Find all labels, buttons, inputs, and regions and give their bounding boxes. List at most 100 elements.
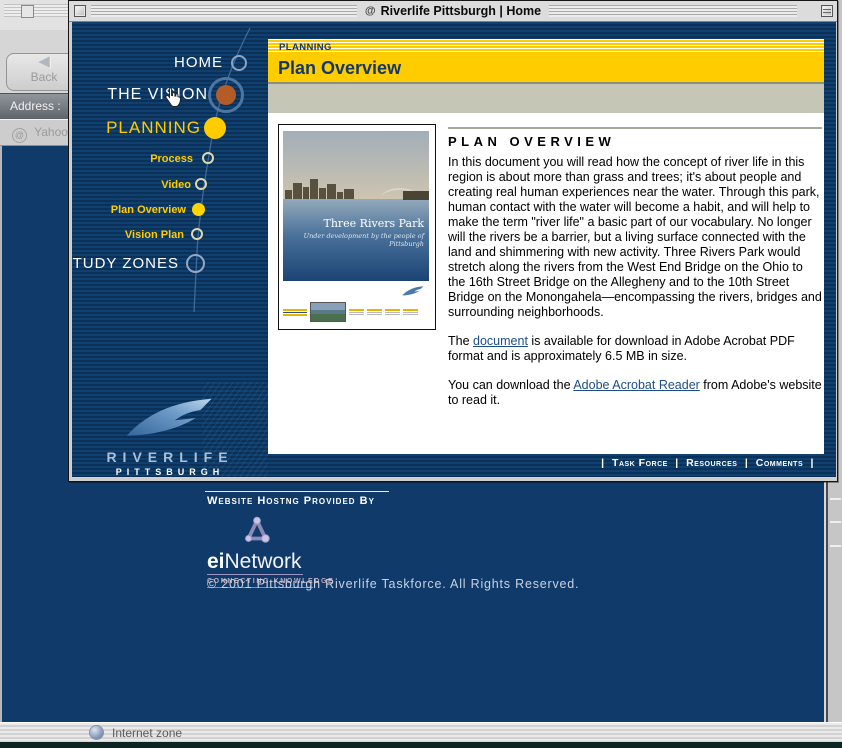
nav-item-plan-overview[interactable]: Plan Overview xyxy=(72,199,186,221)
nav-bullet-the-vision[interactable] xyxy=(216,85,236,105)
nav-bullet-study-zones[interactable] xyxy=(186,254,205,273)
article: PLAN OVERVIEW In this document you will … xyxy=(448,127,822,422)
cover-photo: Three Rivers Park Under development by t… xyxy=(283,131,429,281)
riverlife-window: @ Riverlife Pittsburgh | Home HOME THE V… xyxy=(68,0,838,482)
hosting-label: Website Hostng Provided By xyxy=(207,495,375,507)
collapse-line xyxy=(823,9,831,10)
favorite-site-icon: @ xyxy=(12,128,27,143)
article-paragraph-1: In this document you will read how the c… xyxy=(448,155,822,320)
timeline-block xyxy=(403,308,418,316)
nav-bullet-process[interactable] xyxy=(202,152,214,164)
comments-link[interactable]: Comments xyxy=(756,457,803,469)
cover-subtitle: Under development by the people of Pitts… xyxy=(283,232,424,248)
mouse-cursor-hand xyxy=(164,86,183,107)
status-text: Internet zone xyxy=(112,723,182,743)
cover-logo-strip xyxy=(283,281,431,301)
nav-label: Plan Overview xyxy=(111,199,186,221)
nav-bullet-plan-overview[interactable] xyxy=(192,203,205,216)
collapse-box[interactable] xyxy=(821,5,833,17)
cover-title: Three Rivers Park xyxy=(323,217,424,230)
section-banner: PLANNING Plan Overview xyxy=(268,39,824,84)
nav-item-vision-plan[interactable]: Vision Plan xyxy=(72,224,184,246)
internet-zone-globe-icon xyxy=(90,726,103,739)
footer-divider-line xyxy=(205,491,389,492)
separator: | xyxy=(675,457,678,469)
article-top-rule xyxy=(448,127,822,129)
nav-item-video[interactable]: Video xyxy=(72,174,191,196)
scrollbar-separator xyxy=(830,521,841,523)
einetwork-underline xyxy=(207,574,303,575)
status-bar: Internet zone xyxy=(0,722,842,743)
timeline-block xyxy=(349,308,364,316)
text-segment: You can download the xyxy=(448,378,573,392)
nav-item-study-zones[interactable]: STUDY ZONES xyxy=(72,253,179,275)
footer-links-bar: | Task Force | Resources | Comments | xyxy=(268,454,824,473)
copyright-text: © 2001 Pittsburgh Riverlife Taskforce. A… xyxy=(207,577,579,591)
timeline-thumbnail xyxy=(310,302,346,322)
close-box[interactable] xyxy=(74,5,86,17)
logo-pittsburgh-text: PITTSBURGH xyxy=(72,467,268,477)
nav-label: Video xyxy=(161,174,191,196)
scrollbar-separator xyxy=(830,545,841,547)
nav-item-planning[interactable]: PLANNING xyxy=(72,117,201,139)
window-titlebar[interactable]: @ Riverlife Pittsburgh | Home xyxy=(69,1,837,22)
resources-link[interactable]: Resources xyxy=(686,457,737,469)
timeline-block xyxy=(367,308,382,316)
nav-label: Process xyxy=(150,148,193,170)
banner-section-label: PLANNING xyxy=(279,42,332,53)
einetwork-wordmark: eiNetwork xyxy=(207,551,337,573)
article-paragraph-2: The document is available for download i… xyxy=(448,334,822,364)
content-area: Three Rivers Park Under development by t… xyxy=(268,113,824,454)
article-paragraph-3: You can download the Adobe Acrobat Reade… xyxy=(448,378,822,408)
window-title-text: Riverlife Pittsburgh | Home xyxy=(381,4,541,18)
nav-label: HOME xyxy=(174,52,223,74)
banner-stripes xyxy=(268,39,824,52)
cover-swoosh-icon xyxy=(401,285,425,297)
timeline-block xyxy=(283,308,307,317)
separator: | xyxy=(811,457,814,469)
einetwork-ei: ei xyxy=(207,550,225,573)
riverlife-logo[interactable]: RIVERLIFE PITTSBURGH xyxy=(72,394,268,477)
cover-skyline xyxy=(285,177,381,199)
cover-timeline-strip xyxy=(283,301,431,323)
main-column: PLANNING Plan Overview xyxy=(268,39,824,473)
separator: | xyxy=(601,457,604,469)
nav-bullet-planning[interactable] xyxy=(204,117,226,139)
collapse-line xyxy=(823,12,831,13)
page-title: Plan Overview xyxy=(278,58,401,79)
nav-label: THE VISION xyxy=(107,84,208,106)
nav-label: Vision Plan xyxy=(125,224,184,246)
favorite-yahoo-button[interactable]: Yahoo xyxy=(34,125,68,139)
background-close-box[interactable] xyxy=(21,5,34,18)
logo-riverlife-text: RIVERLIFE xyxy=(72,449,268,465)
screen-bottom-edge xyxy=(0,742,842,748)
screen: ◀ Back Address : @ Yahoo Internet zone W… xyxy=(0,0,842,748)
nav-bullet-home[interactable] xyxy=(231,55,247,71)
nav-bullet-video[interactable] xyxy=(195,178,207,190)
nav-label: PLANNING xyxy=(106,117,201,139)
text-segment: The xyxy=(448,334,473,348)
sidebar-nav: HOME THE VISION PLANNING Process Video xyxy=(72,22,268,477)
window-content: HOME THE VISION PLANNING Process Video xyxy=(72,22,836,477)
window-title: @ Riverlife Pittsburgh | Home xyxy=(357,4,549,18)
task-force-link[interactable]: Task Force xyxy=(612,457,668,469)
acrobat-reader-link[interactable]: Adobe Acrobat Reader xyxy=(573,378,699,392)
cover-shore xyxy=(403,191,429,200)
article-heading: PLAN OVERVIEW xyxy=(448,134,822,149)
address-label: Address : xyxy=(10,99,61,113)
nav-item-process[interactable]: Process xyxy=(72,148,193,170)
nav-item-the-vision[interactable]: THE VISION xyxy=(72,84,208,106)
nav-label: STUDY ZONES xyxy=(72,253,179,275)
scrollbar-separator xyxy=(830,498,841,500)
sub-banner-bar xyxy=(268,84,824,113)
nav-bullet-vision-plan[interactable] xyxy=(191,228,203,240)
einetwork-network: Network xyxy=(225,550,302,573)
nav-item-home[interactable]: HOME xyxy=(72,52,223,74)
document-link[interactable]: document xyxy=(473,334,528,348)
separator: | xyxy=(745,457,748,469)
einetwork-triangle-icon xyxy=(241,514,273,546)
timeline-block xyxy=(385,308,400,316)
page-icon: @ xyxy=(365,5,376,17)
riverlife-swoosh-icon xyxy=(115,394,225,442)
plan-cover-image: Three Rivers Park Under development by t… xyxy=(278,124,436,330)
